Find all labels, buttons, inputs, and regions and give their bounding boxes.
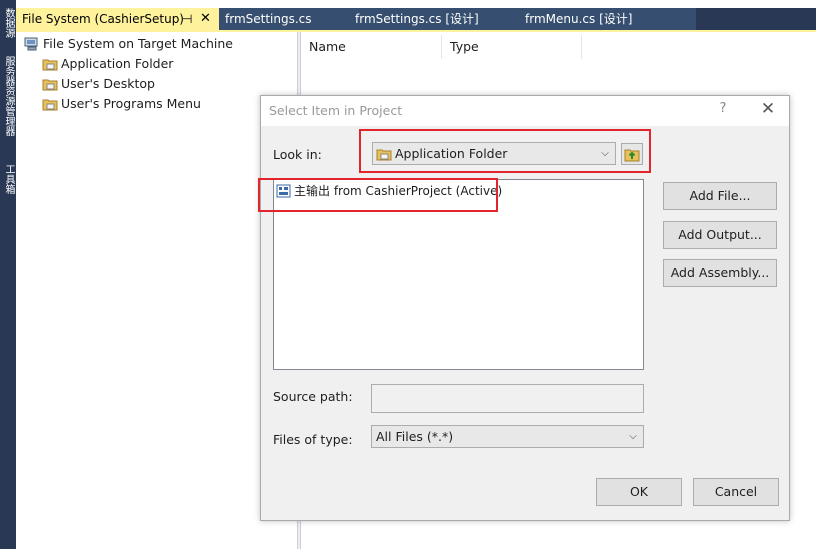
tree-item-label: Application Folder — [61, 56, 174, 71]
highlight-look-in — [359, 129, 651, 173]
column-header-name[interactable]: Name — [301, 35, 442, 59]
folder-icon — [42, 79, 58, 91]
tree-item-label: File System on Target Machine — [43, 36, 233, 51]
dialog-titlebar: Select Item in Project ? ✕ — [261, 96, 789, 126]
tree-item-label: User's Programs Menu — [61, 96, 201, 111]
files-of-type-value: All Files (*.*) — [376, 429, 454, 444]
tree-item-users-programs-menu[interactable]: User's Programs Menu — [42, 95, 232, 113]
side-tab-toolbox[interactable]: 工具箱 — [0, 164, 16, 204]
look-in-label: Look in: — [273, 147, 322, 162]
document-tab-strip: File System (CashierSetup) ⊣ ✕ frmSettin… — [16, 8, 816, 30]
column-header-type[interactable]: Type — [442, 35, 582, 59]
source-path-label: Source path: — [273, 389, 353, 404]
tab-file-system[interactable]: File System (CashierSetup) ⊣ ✕ — [16, 8, 219, 30]
tree-item-label: User's Desktop — [61, 76, 155, 91]
tab-label: File System (CashierSetup) — [22, 12, 184, 26]
select-item-dialog: Select Item in Project ? ✕ Look in: Appl… — [258, 95, 790, 521]
chevron-down-icon: ⌵ — [629, 431, 637, 442]
add-file-button[interactable]: Add File... — [663, 182, 777, 210]
side-tab-data-sources[interactable]: 数据源 — [0, 8, 16, 48]
tab-frmsettings-design[interactable]: frmSettings.cs [设计] — [349, 8, 519, 30]
files-of-type-dropdown[interactable]: All Files (*.*) ⌵ — [371, 425, 644, 448]
pin-icon[interactable]: ⊣ — [182, 8, 192, 30]
help-icon[interactable]: ? — [715, 101, 731, 121]
add-output-button[interactable]: Add Output... — [663, 221, 777, 249]
close-icon[interactable]: ✕ — [200, 8, 211, 30]
tree-item-root[interactable]: File System on Target Machine — [24, 35, 254, 53]
side-tab-server-explorer[interactable]: 服务器资源管理器 — [0, 56, 16, 156]
ok-button[interactable]: OK — [596, 478, 682, 506]
highlight-primary-output — [258, 178, 498, 212]
tool-window-strip: 数据源 服务器资源管理器 工具箱 — [0, 0, 16, 549]
source-path-field[interactable] — [371, 384, 644, 413]
computer-icon — [24, 37, 38, 51]
dialog-title: Select Item in Project — [269, 103, 403, 118]
cancel-button[interactable]: Cancel — [693, 478, 779, 506]
tree-item-users-desktop[interactable]: User's Desktop — [42, 75, 202, 93]
close-icon[interactable]: ✕ — [758, 99, 778, 121]
add-assembly-button[interactable]: Add Assembly... — [663, 259, 777, 287]
files-of-type-label: Files of type: — [273, 432, 353, 447]
tab-frmmenu-design[interactable]: frmMenu.cs [设计] — [519, 8, 696, 30]
tab-frmsettings-cs[interactable]: frmSettings.cs — [219, 8, 349, 30]
folder-icon — [42, 99, 58, 111]
folder-icon — [42, 59, 58, 71]
file-system-tree: File System on Target Machine Applicatio… — [16, 32, 297, 549]
tree-item-application-folder[interactable]: Application Folder — [42, 55, 202, 73]
